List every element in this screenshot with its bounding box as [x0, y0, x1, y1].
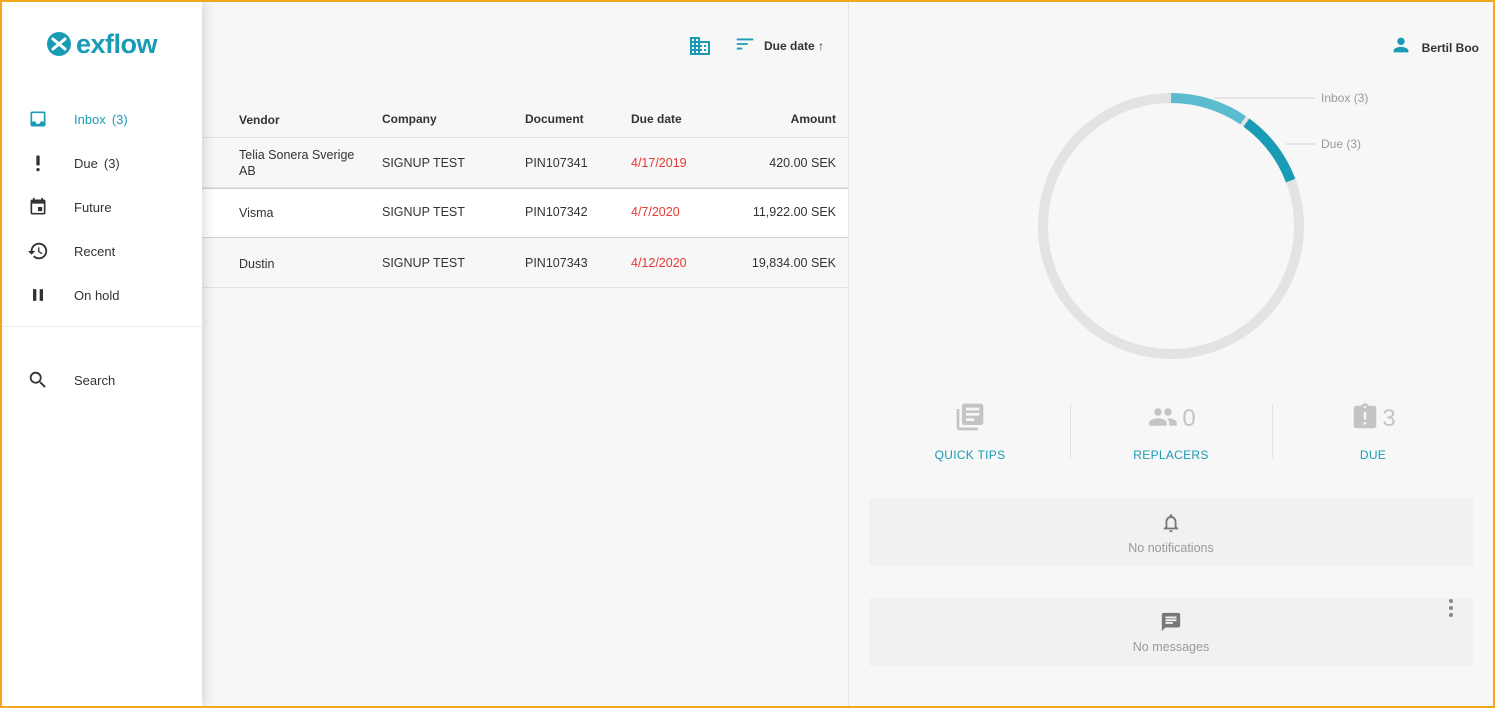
column-header-amount[interactable]: Amount: [791, 112, 836, 126]
exflow-logo-icon: [47, 32, 71, 56]
table-row[interactable]: Visma SIGNUP TEST PIN107342 4/7/2020 11,…: [202, 188, 848, 238]
due-count: 3: [1382, 405, 1396, 432]
sort-button[interactable]: Due date ↑: [734, 34, 824, 58]
search-icon: [26, 368, 50, 392]
cell-amount: 420.00 SEK: [769, 156, 836, 170]
sidebar-item-recent[interactable]: Recent: [2, 229, 202, 273]
exclamation-icon: [26, 151, 50, 175]
table-header: Vendor Company Document Due date Amount: [202, 98, 848, 138]
cell-amount: 19,834.00 SEK: [751, 256, 836, 270]
dashboard-panel: Bertil Boo Inbox (3) Due (3) QUICK TIPS …: [848, 2, 1493, 706]
column-header-vendor[interactable]: Vendor: [239, 112, 369, 128]
stat-label: DUE: [1359, 448, 1387, 462]
cell-document: PIN107343: [525, 256, 588, 270]
history-icon: [26, 239, 50, 263]
sidebar-divider: [2, 326, 202, 327]
sidebar-item-inbox[interactable]: Inbox (3): [2, 97, 202, 141]
sort-icon: [734, 33, 756, 60]
column-header-due-date[interactable]: Due date: [631, 112, 682, 126]
donut-segment-due: [1243, 118, 1296, 183]
cell-vendor: Visma: [239, 206, 274, 220]
cell-vendor: Dustin: [239, 257, 275, 271]
clipboard-alert-icon: [1350, 401, 1380, 438]
cell-company: SIGNUP TEST: [382, 156, 465, 170]
pause-icon: [26, 283, 50, 307]
replacers-button[interactable]: 0 REPLACERS: [1071, 402, 1271, 462]
document-list-panel: Due date ↑ Vendor Company Document Due d…: [202, 2, 848, 706]
calendar-icon: [26, 195, 50, 219]
sidebar: exflow Inbox (3) Due (3) Future Recent On …: [2, 2, 202, 706]
sidebar-item-label: Recent: [74, 243, 116, 259]
sidebar-item-label: Future: [74, 199, 112, 215]
cell-vendor: Telia Sonera Sverige AB: [239, 148, 355, 178]
sidebar-item-label: On hold: [74, 287, 120, 303]
exflow-logo[interactable]: exflow: [46, 27, 158, 61]
sidebar-item-due[interactable]: Due (3): [2, 141, 202, 185]
legend-label-inbox: Inbox (3): [1321, 91, 1369, 105]
building-icon[interactable]: [688, 34, 712, 58]
cell-due-date: 4/7/2020: [631, 205, 680, 219]
sidebar-item-label: Search: [74, 372, 116, 388]
stat-label: REPLACERS: [1133, 448, 1209, 462]
sidebar-item-label: Inbox (3): [74, 111, 128, 127]
sidebar-item-label: Due (3): [74, 155, 120, 171]
donut-chart: [1038, 92, 1315, 359]
document-table: Vendor Company Document Due date Amount …: [202, 98, 848, 288]
due-button[interactable]: 3 DUE: [1273, 402, 1473, 462]
more-vertical-icon[interactable]: [1443, 598, 1459, 618]
inbox-icon: [26, 107, 50, 131]
cell-due-date: 4/12/2020: [631, 256, 687, 270]
cell-document: PIN107342: [525, 205, 588, 219]
quick-tips-button[interactable]: QUICK TIPS: [870, 402, 1070, 462]
legend-label-due: Due (3): [1321, 137, 1362, 151]
bell-icon: [1159, 511, 1183, 535]
sidebar-item-search[interactable]: Search: [2, 358, 202, 402]
sidebar-item-future[interactable]: Future: [2, 185, 202, 229]
cell-amount: 11,922.00 SEK: [752, 205, 836, 219]
cell-due-date: 4/17/2019: [631, 156, 687, 170]
messages-empty-text: No messages: [1132, 640, 1210, 654]
stat-label: QUICK TIPS: [934, 448, 1006, 462]
notifications-card: No notifications: [869, 498, 1473, 566]
cell-document: PIN107341: [525, 156, 588, 170]
people-icon: [1146, 402, 1180, 437]
messages-card: No messages: [869, 598, 1473, 666]
logo-text: exflow: [76, 28, 158, 59]
cell-company: SIGNUP TEST: [382, 256, 465, 270]
donut-segment-inbox: [1170, 92, 1246, 125]
column-header-company[interactable]: Company: [382, 112, 437, 126]
message-icon: [1159, 610, 1183, 634]
notifications-empty-text: No notifications: [1128, 541, 1214, 555]
book-icon: [954, 401, 986, 438]
table-row[interactable]: Dustin SIGNUP TEST PIN107343 4/12/2020 1…: [202, 238, 848, 288]
column-header-document[interactable]: Document: [525, 112, 584, 126]
sidebar-item-on-hold[interactable]: On hold: [2, 273, 202, 317]
cell-company: SIGNUP TEST: [382, 205, 465, 219]
table-row[interactable]: Telia Sonera Sverige AB SIGNUP TEST PIN1…: [202, 138, 848, 188]
sort-label: Due date ↑: [764, 39, 825, 53]
replacers-count: 0: [1182, 405, 1196, 432]
